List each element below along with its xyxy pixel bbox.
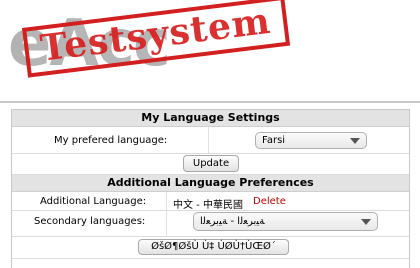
secondary-languages-label: Secondary languages: — [34, 216, 146, 227]
add-language-button[interactable]: ØšØ¶ØšÙ Ù‡ ÚØÙ†ÙŒØ´ — [138, 239, 289, 255]
language-settings-panel: My Language Settings My prefered languag… — [11, 109, 410, 268]
row-divider — [12, 153, 409, 154]
row-divider — [12, 210, 409, 211]
chevron-down-icon — [350, 138, 360, 144]
delete-link[interactable]: Delete — [253, 196, 286, 207]
secondary-languages-select[interactable]: ﺔﻴﺑﺮﻌﻟﺍ - ﺔﻴﺑﺮﻌﻟﺍ — [193, 212, 378, 231]
header-divider — [0, 101, 420, 103]
additional-language-label: Additional Language: — [40, 196, 147, 207]
preferred-language-label: My prefered language: — [54, 135, 168, 146]
row-divider — [12, 236, 409, 237]
update-button[interactable]: Update — [183, 155, 239, 172]
my-language-settings-title: My Language Settings — [12, 110, 409, 127]
additional-language-value: 中文 - 中華民國 — [173, 200, 243, 211]
chevron-down-icon — [361, 219, 371, 225]
preferred-language-value: Farsi — [262, 135, 286, 146]
column-divider — [208, 127, 209, 153]
additional-language-preferences-title: Additional Language Preferences — [12, 175, 409, 192]
column-divider — [166, 192, 167, 237]
preferred-language-select[interactable]: Farsi — [255, 132, 367, 149]
row-divider — [12, 258, 409, 259]
secondary-languages-value: ﺔﻴﺑﺮﻌﻟﺍ - ﺔﻴﺑﺮﻌﻟﺍ — [200, 216, 265, 227]
page-header: eAcc Testsystem — [0, 0, 420, 102]
